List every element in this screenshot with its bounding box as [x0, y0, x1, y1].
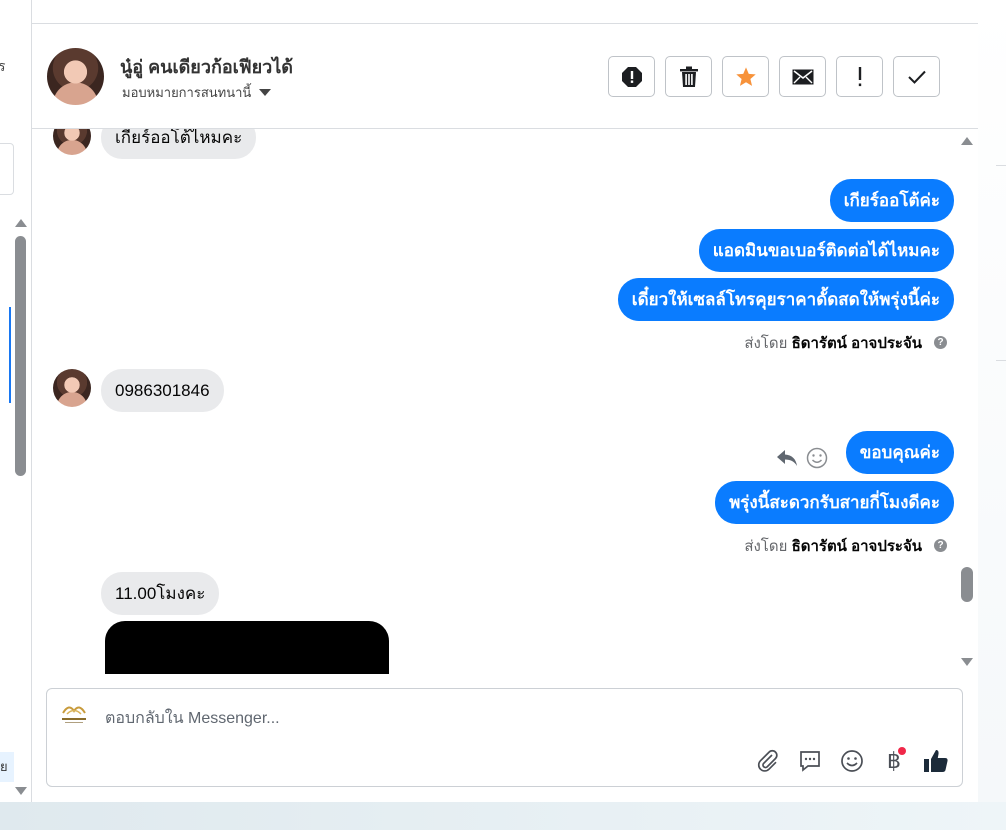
selected-conversation-indicator: [9, 307, 11, 403]
emoji-reaction-icon[interactable]: [806, 447, 828, 469]
conversation-actions: [608, 56, 940, 97]
reply-icon[interactable]: [776, 449, 798, 467]
scroll-down-arrow[interactable]: [961, 658, 973, 666]
payment-button[interactable]: ฿: [880, 747, 908, 775]
message-bubble-outgoing[interactable]: ขอบคุณค่ะ: [845, 431, 954, 474]
message-list[interactable]: เกียร์ออโต้ไหมคะ เกียร์ออโต้ค่ะ แอดมินขอ…: [32, 129, 978, 674]
message-bubble-incoming[interactable]: 0986301846: [101, 369, 224, 412]
message-composer: ฿: [46, 688, 963, 787]
saved-reply-icon: [800, 751, 820, 772]
message-bubble-outgoing[interactable]: เกียร์ออโต้ค่ะ: [829, 179, 954, 222]
like-icon: [924, 750, 948, 772]
chat-panel: นู๋อู่ คนเดียวก้อเฟียวได้ มอบหมายการสนทน…: [32, 0, 978, 802]
done-button[interactable]: [893, 56, 940, 97]
notification-dot: [898, 747, 906, 755]
message-bubble-outgoing[interactable]: เดี๋ยวให้เซลล์โทรคุยราคาดั้ดสดให้พรุ่งนี…: [617, 278, 954, 321]
trash-icon: [679, 66, 698, 87]
delete-button[interactable]: [665, 56, 712, 97]
like-button[interactable]: [922, 747, 950, 775]
contact-avatar-small[interactable]: [53, 129, 91, 155]
block-icon: [621, 66, 642, 87]
message-hover-actions: [776, 447, 828, 469]
contact-name[interactable]: นู๋อู่ คนเดียวก้อเฟียวได้: [120, 52, 293, 81]
divider: [996, 165, 1006, 166]
sent-by-name: ธิดารัตน์ อาจประจัน: [791, 335, 922, 352]
saved-replies-button[interactable]: [796, 747, 824, 775]
right-panel: [978, 0, 1006, 802]
attach-icon: [757, 749, 778, 772]
image-attachment[interactable]: [105, 621, 389, 674]
star-icon: [735, 66, 756, 86]
check-icon: [907, 70, 926, 84]
scrollbar-thumb[interactable]: [961, 567, 973, 602]
left-panel-text-bottom: ย: [0, 752, 14, 782]
exclamation-icon: [858, 66, 861, 86]
window-bottom-band: [0, 802, 1006, 830]
info-icon[interactable]: ?: [928, 332, 954, 350]
emoji-button[interactable]: [838, 747, 866, 775]
sent-by-label: ส่งโดย ธิดารัตน์ อาจประจัน: [744, 534, 922, 558]
reply-input[interactable]: [105, 707, 805, 731]
attach-button[interactable]: [754, 747, 782, 775]
message-bubble-outgoing[interactable]: แอดมินขอเบอร์ติดต่อได้ไหมคะ: [698, 229, 954, 272]
left-scrollbar-thumb[interactable]: [15, 236, 26, 476]
contact-avatar-small[interactable]: [53, 369, 91, 407]
spam-button[interactable]: [608, 56, 655, 97]
left-panel-search-box[interactable]: [0, 143, 14, 195]
chevron-down-icon: [259, 89, 272, 96]
star-button[interactable]: [722, 56, 769, 97]
mark-unread-button[interactable]: [779, 56, 826, 97]
top-bar: [32, 0, 978, 24]
contact-avatar[interactable]: [47, 48, 104, 105]
left-panel-text: ร: [0, 58, 6, 74]
info-icon[interactable]: ?: [928, 535, 954, 553]
sent-by-prefix: ส่งโดย: [744, 335, 788, 352]
divider: [996, 360, 1006, 361]
sent-by-prefix: ส่งโดย: [744, 538, 788, 555]
composer-toolbar: ฿: [754, 747, 950, 775]
follow-up-button[interactable]: [836, 56, 883, 97]
scroll-up-arrow[interactable]: [961, 137, 973, 145]
sent-by-name: ธิดารัตน์ อาจประจัน: [791, 538, 922, 555]
page-logo-icon: [62, 706, 86, 723]
message-bubble-outgoing[interactable]: พรุ่งนี้สะดวกรับสายกี่โมงดีคะ: [715, 481, 954, 524]
left-scroll-up-arrow[interactable]: [15, 219, 27, 227]
left-panel: ร ย: [0, 0, 32, 802]
left-scroll-down-arrow[interactable]: [15, 787, 27, 795]
assign-conversation-dropdown[interactable]: มอบหมายการสนทนานี้: [122, 82, 272, 103]
chat-header: นู๋อู่ คนเดียวก้อเฟียวได้ มอบหมายการสนทน…: [32, 24, 978, 129]
message-bubble-incoming[interactable]: 11.00โมงคะ: [101, 572, 220, 615]
mail-icon: [792, 69, 813, 84]
message-bubble-incoming[interactable]: เกียร์ออโต้ไหมคะ: [101, 129, 257, 159]
assign-label: มอบหมายการสนทนานี้: [122, 85, 252, 100]
sent-by-label: ส่งโดย ธิดารัตน์ อาจประจัน: [744, 331, 922, 355]
emoji-icon: [841, 750, 863, 772]
